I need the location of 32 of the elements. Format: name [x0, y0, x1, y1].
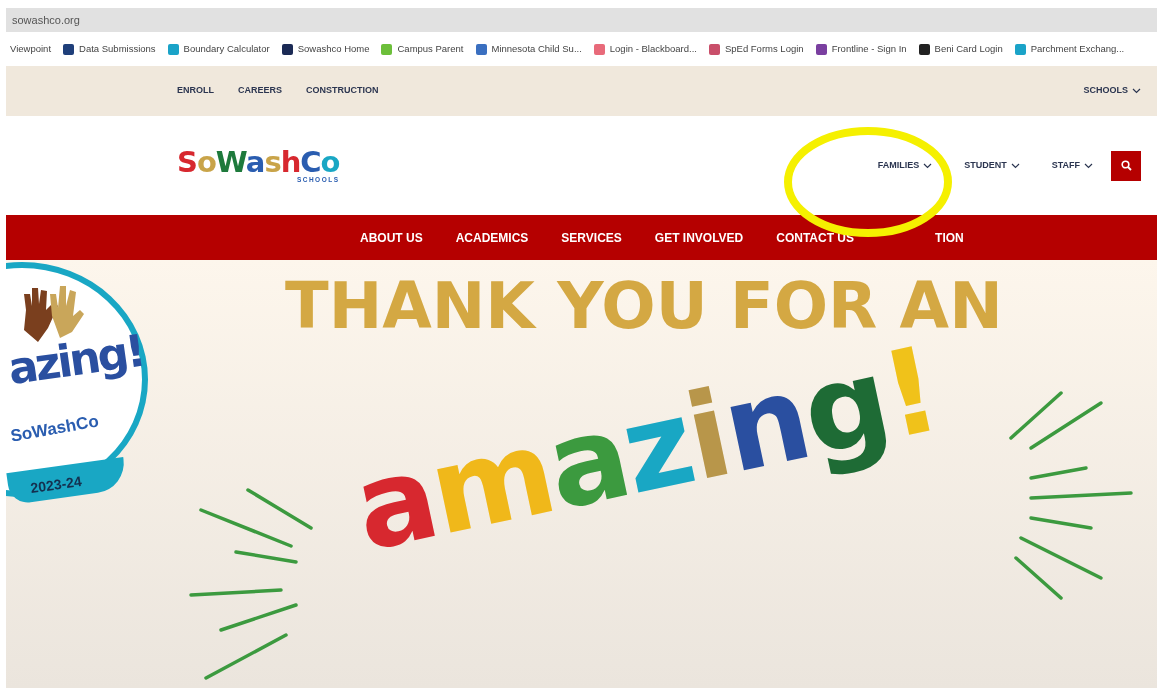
bookmark[interactable]: Minnesota Child Su... [475, 41, 582, 57]
bookmark[interactable]: Sowashco Home [281, 41, 370, 57]
audience-menu[interactable]: STAFF [1051, 158, 1093, 173]
utility-link[interactable]: ENROLL [177, 84, 214, 98]
bookmark[interactable]: Login - Blackboard... [593, 41, 697, 57]
main-nav-link[interactable]: ACADEMICS [455, 228, 529, 247]
sticker-word: azing! [6, 328, 146, 392]
sticker-brand: SoWashCo [9, 412, 100, 445]
main-nav-link[interactable]: ABOUT US [360, 228, 423, 247]
chevron-icon [1084, 162, 1093, 169]
chevron-icon [923, 162, 933, 169]
bookmark[interactable]: Beni Card Login [918, 41, 1003, 57]
audience-menu[interactable]: STUDENT [964, 158, 1020, 173]
utility-link[interactable]: CAREERS [238, 84, 282, 98]
bookmark[interactable]: Data Submissions [63, 41, 156, 57]
utility-link[interactable]: CONSTRUCTION [306, 84, 379, 98]
address-bar[interactable]: sowashco.org [6, 8, 1157, 32]
bookmark[interactable]: Campus Parent [381, 41, 464, 57]
bookmark[interactable]: SpEd Forms Login [708, 41, 804, 57]
search-icon [1120, 160, 1132, 171]
main-nav-link[interactable]: SERVICES [561, 228, 622, 247]
bookmark[interactable]: Viewpoint [10, 41, 52, 57]
bookmark[interactable]: Frontline - Sign In [815, 41, 907, 57]
schools-menu[interactable]: SCHOOLS [1083, 84, 1141, 98]
audience-menu[interactable]: FAMILIES [877, 158, 933, 173]
main-nav-link[interactable]: GET INVOLVED [654, 228, 744, 247]
bookmark[interactable]: Boundary Calculator [167, 41, 270, 57]
chevron-icon [1010, 162, 1020, 169]
main-nav-link[interactable]: TION [935, 228, 964, 247]
search-button[interactable] [1111, 150, 1141, 181]
chevron-icon [1132, 88, 1141, 94]
bookmark[interactable]: Parchment Exchang... [1014, 41, 1125, 57]
